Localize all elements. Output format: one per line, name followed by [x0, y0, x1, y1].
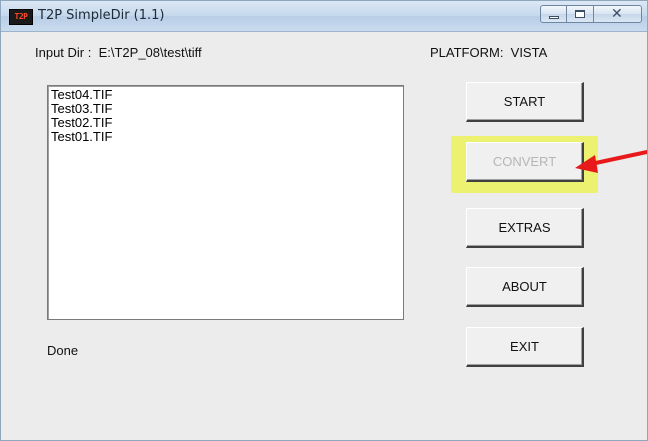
start-button[interactable]: START: [466, 82, 584, 122]
maximize-button[interactable]: [567, 5, 594, 23]
about-button[interactable]: ABOUT: [466, 267, 584, 307]
minimize-icon: [549, 16, 559, 19]
title-bar[interactable]: T2P T2P SimpleDir (1.1) ✕: [1, 1, 647, 32]
platform-label: PLATFORM: VISTA: [430, 45, 548, 60]
minimize-button[interactable]: [540, 5, 567, 23]
input-dir-label: Input Dir : E:\T2P_08\test\tiff: [35, 45, 202, 60]
window-title: T2P SimpleDir (1.1): [38, 8, 165, 23]
red-arrow-icon: [575, 150, 647, 173]
file-listbox[interactable]: Test04.TIF Test03.TIF Test02.TIF Test01.…: [47, 85, 404, 320]
close-button[interactable]: ✕: [594, 5, 642, 23]
app-icon: T2P: [9, 9, 33, 25]
list-item[interactable]: Test03.TIF: [51, 102, 403, 116]
maximize-icon: [575, 10, 585, 18]
list-item[interactable]: Test04.TIF: [51, 88, 403, 102]
list-item[interactable]: Test02.TIF: [51, 116, 403, 130]
list-item[interactable]: Test01.TIF: [51, 130, 403, 144]
close-icon: ✕: [611, 6, 623, 22]
convert-button[interactable]: CONVERT: [466, 142, 584, 182]
exit-button[interactable]: EXIT: [466, 327, 584, 367]
extras-button[interactable]: EXTRAS: [466, 208, 584, 248]
status-text: Done: [47, 343, 79, 358]
app-window: T2P T2P SimpleDir (1.1) ✕ Input Dir : E:…: [0, 0, 648, 441]
